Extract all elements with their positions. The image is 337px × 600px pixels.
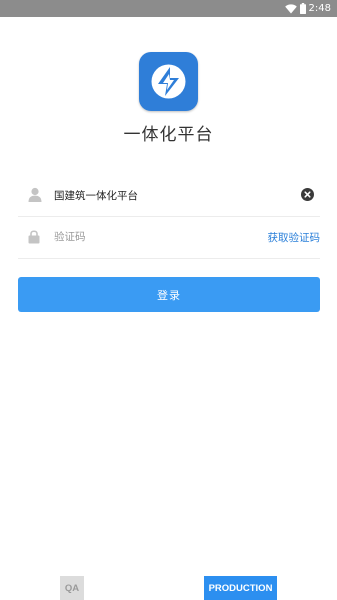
status-bar: 2:48 bbox=[0, 0, 337, 17]
username-row bbox=[18, 174, 320, 217]
user-icon bbox=[28, 187, 42, 206]
code-input[interactable] bbox=[54, 226, 274, 248]
login-button[interactable]: 登录 bbox=[18, 277, 320, 312]
clear-icon[interactable] bbox=[301, 188, 314, 201]
env-qa-button[interactable]: QA bbox=[60, 576, 84, 600]
env-production-button[interactable]: PRODUCTION bbox=[204, 576, 277, 600]
code-row: 获取验证码 bbox=[18, 216, 320, 259]
battery-icon bbox=[299, 3, 306, 14]
app-logo bbox=[139, 52, 198, 111]
username-input[interactable] bbox=[54, 184, 274, 206]
status-icons: 2:48 bbox=[284, 1, 331, 16]
app-title: 一体化平台 bbox=[123, 125, 214, 145]
status-time: 2:48 bbox=[308, 3, 331, 14]
get-code-button[interactable]: 获取验证码 bbox=[268, 230, 321, 245]
app-logo-icon bbox=[151, 64, 186, 99]
lock-icon bbox=[28, 229, 40, 248]
wifi-icon bbox=[284, 3, 297, 14]
